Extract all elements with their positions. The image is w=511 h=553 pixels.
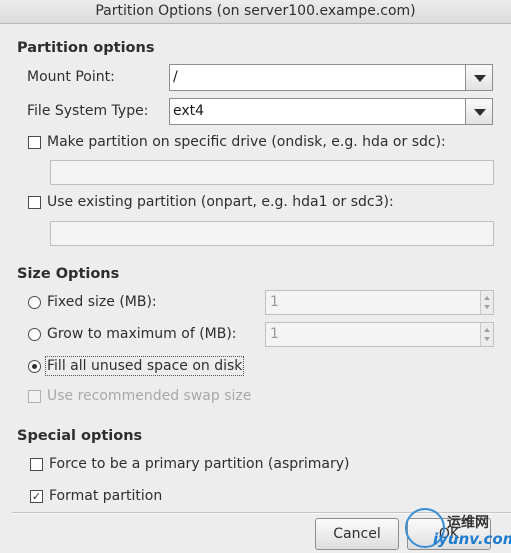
size-options-heading: Size Options xyxy=(17,266,120,282)
watermark-text-cn: 运维网 xyxy=(447,515,489,531)
fill-disk-radio[interactable] xyxy=(28,360,41,373)
onpart-label[interactable]: Use existing partition (onpart, e.g. hda… xyxy=(47,194,394,210)
grow-to-max-radio[interactable] xyxy=(28,328,41,341)
fs-type-label: File System Type: xyxy=(27,103,149,119)
mount-point-input[interactable]: / xyxy=(169,64,466,91)
spin-up-icon xyxy=(484,328,490,332)
chevron-down-icon xyxy=(474,109,486,116)
ondisk-checkbox[interactable] xyxy=(28,136,41,149)
spin-down-icon xyxy=(484,337,490,341)
spin-buttons[interactable] xyxy=(480,291,493,314)
watermark-logo: 运维网 iyunv.com xyxy=(405,508,511,553)
ondisk-input[interactable] xyxy=(50,160,494,185)
recommended-swap-label[interactable]: Use recommended swap size xyxy=(47,388,251,404)
spin-buttons[interactable] xyxy=(480,323,493,346)
cancel-button-label: Cancel xyxy=(333,526,381,542)
special-options-heading: Special options xyxy=(17,428,143,444)
grow-to-max-label[interactable]: Grow to maximum of (MB): xyxy=(47,326,237,342)
fs-type-select[interactable]: ext4 xyxy=(169,98,466,125)
force-primary-label[interactable]: Force to be a primary partition (asprima… xyxy=(49,456,350,472)
format-partition-checkbox[interactable]: ✓ xyxy=(30,490,43,503)
fs-type-dropdown-button[interactable] xyxy=(465,98,493,125)
spin-up-icon xyxy=(484,296,490,300)
fixed-size-radio[interactable] xyxy=(28,296,41,309)
grow-to-max-spinner[interactable]: 1 xyxy=(265,322,494,347)
mount-point-dropdown-button[interactable] xyxy=(465,64,493,91)
force-primary-checkbox[interactable] xyxy=(30,458,43,471)
fill-disk-label[interactable]: Fill all unused space on disk xyxy=(44,356,245,376)
partition-options-heading: Partition options xyxy=(17,40,155,56)
cancel-button[interactable]: Cancel xyxy=(315,518,399,550)
mount-point-label: Mount Point: xyxy=(27,69,115,85)
grow-to-max-value: 1 xyxy=(270,326,279,342)
fixed-size-spinner[interactable]: 1 xyxy=(265,290,494,315)
format-partition-label[interactable]: Format partition xyxy=(49,488,162,504)
chevron-down-icon xyxy=(474,75,486,82)
fixed-size-label[interactable]: Fixed size (MB): xyxy=(47,294,157,310)
onpart-input[interactable] xyxy=(50,221,494,246)
spin-down-icon xyxy=(484,305,490,309)
window-title: Partition Options (on server100.exampe.c… xyxy=(0,0,511,24)
fixed-size-value: 1 xyxy=(270,294,279,310)
radio-selected-dot xyxy=(32,364,37,369)
recommended-swap-checkbox[interactable] xyxy=(28,390,41,403)
onpart-checkbox[interactable] xyxy=(28,196,41,209)
watermark-text-url: iyunv.com xyxy=(433,530,511,548)
ondisk-label[interactable]: Make partition on specific drive (ondisk… xyxy=(47,134,446,150)
